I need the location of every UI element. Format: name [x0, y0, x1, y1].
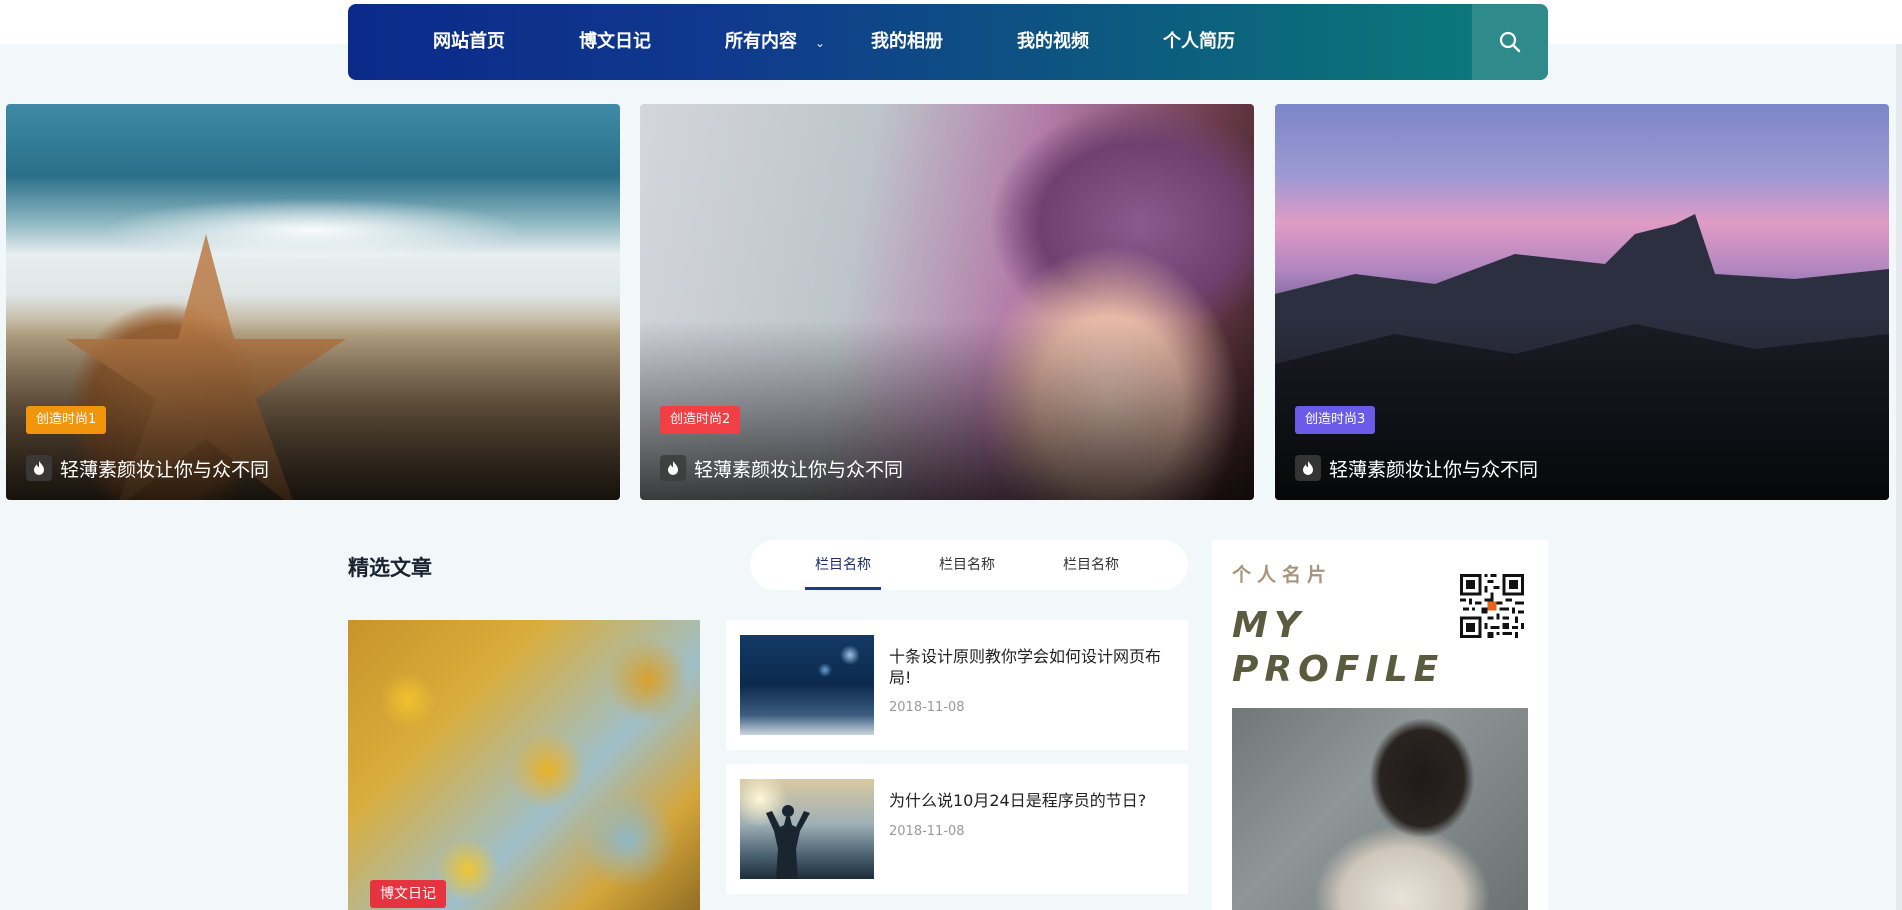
nav-item-all-content-label: 所有内容 — [725, 31, 797, 52]
person-silhouette — [766, 805, 810, 879]
hero-title[interactable]: 轻薄素颜妆让你与众不同 — [1295, 454, 1538, 482]
hero-card-3[interactable]: 创造时尚3 轻薄素颜妆让你与众不同 — [1275, 104, 1889, 500]
tab-column-1[interactable]: 栏目名称 — [805, 540, 881, 590]
hero-tag[interactable]: 创造时尚3 — [1295, 406, 1376, 434]
hero-card-1[interactable]: 创造时尚1 轻薄素颜妆让你与众不同 — [6, 104, 620, 500]
article-item[interactable]: 十条设计原则教你学会如何设计网页布局! 2018-11-08 — [726, 620, 1188, 750]
profile-caption: 个人名片 — [1232, 564, 1333, 586]
hero-card-2[interactable]: 创造时尚2 轻薄素颜妆让你与众不同 — [640, 104, 1254, 500]
article-thumbnail[interactable] — [740, 635, 874, 735]
main-nav: 网站首页 博文日记 所有内容 ⌄ 我的相册 我的视频 个人简历 — [348, 4, 1548, 80]
column-tabs: 栏目名称 栏目名称 栏目名称 — [750, 540, 1188, 590]
hero-title-text: 轻薄素颜妆让你与众不同 — [694, 458, 904, 481]
tab-column-2[interactable]: 栏目名称 — [939, 540, 995, 590]
hero-title-text: 轻薄素颜妆让你与众不同 — [60, 458, 270, 481]
fire-icon — [26, 455, 52, 481]
hero-title-text: 轻薄素颜妆让你与众不同 — [1329, 458, 1539, 481]
fire-icon — [660, 455, 686, 481]
profile-heading-line-1: MY — [1232, 605, 1306, 646]
profile-card: 个人名片 MY PROFILE — [1212, 540, 1548, 910]
profile-photo[interactable] — [1232, 708, 1528, 910]
nav-item-all-content[interactable]: 所有内容 ⌄ — [725, 4, 825, 80]
page-scrollbar[interactable] — [1896, 44, 1902, 910]
tab-column-3[interactable]: 栏目名称 — [1063, 540, 1119, 590]
hero-tag[interactable]: 创造时尚1 — [26, 406, 107, 434]
article-title[interactable]: 为什么说10月24日是程序员的节日? — [889, 790, 1169, 811]
featured-tag[interactable]: 博文日记 — [370, 880, 446, 908]
nav-item-album[interactable]: 我的相册 — [871, 4, 943, 80]
article-date: 2018-11-08 — [889, 824, 965, 839]
nav-item-video[interactable]: 我的视频 — [1017, 4, 1089, 80]
profile-heading: MY PROFILE — [1232, 604, 1444, 692]
search-icon — [1499, 31, 1521, 53]
hero-tag[interactable]: 创造时尚2 — [660, 406, 741, 434]
chevron-down-icon: ⌄ — [815, 36, 826, 50]
hero-title[interactable]: 轻薄素颜妆让你与众不同 — [660, 454, 903, 482]
fire-icon — [1295, 455, 1321, 481]
section-title-featured: 精选文章 — [348, 556, 432, 580]
article-title[interactable]: 十条设计原则教你学会如何设计网页布局! — [889, 646, 1169, 688]
nav-item-resume[interactable]: 个人简历 — [1163, 4, 1235, 80]
article-date: 2018-11-08 — [889, 700, 965, 715]
qr-code-icon[interactable] — [1460, 574, 1524, 638]
search-button[interactable] — [1472, 4, 1548, 80]
nav-item-home[interactable]: 网站首页 — [433, 4, 505, 80]
article-thumbnail[interactable] — [740, 779, 874, 879]
hero-title[interactable]: 轻薄素颜妆让你与众不同 — [26, 454, 269, 482]
nav-item-blog[interactable]: 博文日记 — [579, 4, 651, 80]
article-item[interactable]: 为什么说10月24日是程序员的节日? 2018-11-08 — [726, 764, 1188, 894]
featured-main-image[interactable] — [348, 620, 700, 910]
profile-heading-line-2: PROFILE — [1232, 649, 1445, 690]
